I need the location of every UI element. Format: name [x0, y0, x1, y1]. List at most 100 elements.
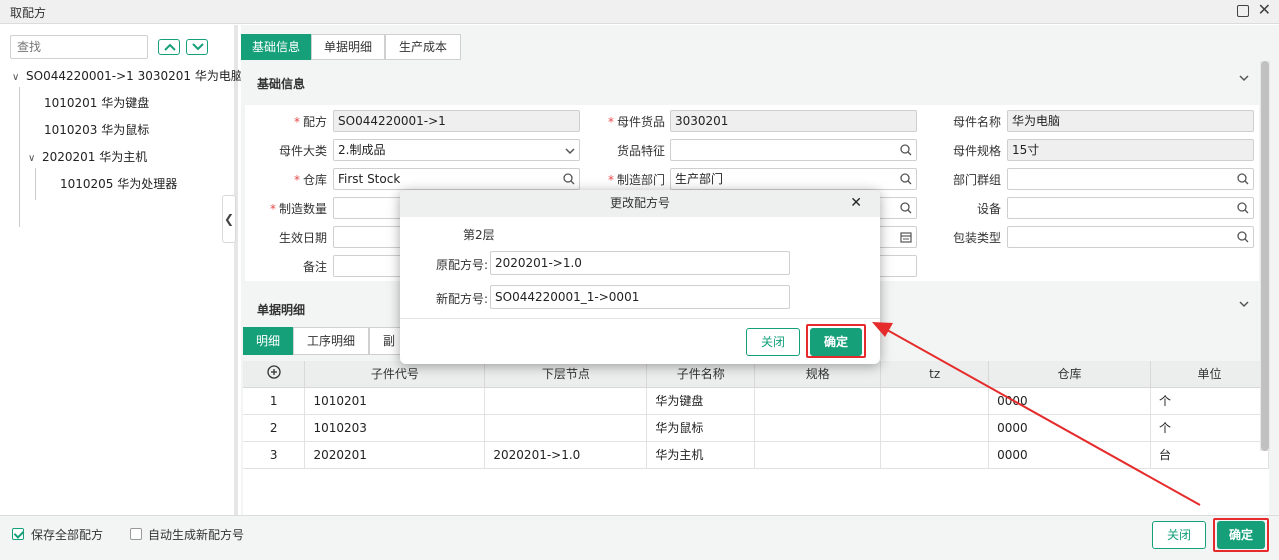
package-type-label: 包装类型: [952, 231, 1001, 245]
table-row[interactable]: 1 1010201 华为键盘 0000 个: [243, 387, 1269, 415]
row-number: 2: [243, 414, 306, 442]
parent-goods-field[interactable]: 3030201: [670, 110, 917, 132]
effective-date-label: 生效日期: [278, 231, 327, 245]
cell-name[interactable]: 华为鼠标: [646, 414, 756, 442]
layer-label: 第2层: [463, 228, 495, 242]
auto-generate-label[interactable]: 自动生成新配方号: [148, 526, 244, 543]
tab-process-detail[interactable]: 工序明细: [293, 327, 369, 355]
parent-goods-label: * 母件货品: [607, 115, 665, 129]
cell-tz[interactable]: [880, 414, 990, 442]
calendar-icon[interactable]: [900, 231, 912, 243]
tree-node-root[interactable]: ∨ SO044220001->1 3030201 华为电脑: [12, 67, 243, 87]
chevron-left-icon: ❮: [223, 212, 235, 226]
mfg-dept-label: * 制造部门: [607, 173, 665, 187]
cell-node[interactable]: 2020201->1.0: [484, 441, 648, 469]
cell-tz[interactable]: [880, 441, 990, 469]
tree-node[interactable]: 1010203 华为鼠标: [44, 121, 149, 141]
recipe-field[interactable]: SO044220001->1: [333, 110, 580, 132]
add-circle-icon[interactable]: [267, 365, 281, 379]
tree-guide-line: [35, 168, 36, 200]
window-titlebar: 取配方 ✕: [0, 0, 1279, 24]
tree-node[interactable]: 1010205 华为处理器: [60, 175, 177, 195]
dept-group-label: 部门群组: [952, 173, 1001, 187]
cell-code[interactable]: 2020201: [304, 441, 486, 469]
save-all-checkbox[interactable]: [12, 528, 24, 540]
auto-generate-checkbox[interactable]: [130, 528, 142, 540]
tab-production-cost[interactable]: 生产成本: [385, 34, 461, 60]
table-row[interactable]: 2 1010203 华为鼠标 0000 个: [243, 414, 1269, 442]
tree-node-label: 1010205 华为处理器: [60, 177, 178, 191]
collapse-panel-button[interactable]: ❮: [222, 195, 236, 243]
table-row[interactable]: 3 2020201 2020201->1.0 华为主机 0000 台: [243, 441, 1269, 469]
package-type-field[interactable]: [1007, 226, 1254, 248]
search-icon[interactable]: [900, 144, 912, 156]
tree-node-label: 2020201 华为主机: [42, 150, 148, 164]
cell-unit[interactable]: 台: [1150, 441, 1269, 469]
close-icon[interactable]: ✕: [850, 190, 862, 217]
column-header[interactable]: tz: [880, 361, 990, 388]
parent-category-select[interactable]: 2.制成品: [333, 139, 580, 161]
cell-name[interactable]: 华为主机: [646, 441, 756, 469]
cell-warehouse[interactable]: 0000: [988, 387, 1152, 415]
move-up-button[interactable]: [158, 39, 180, 55]
chevron-down-icon[interactable]: [1239, 300, 1249, 308]
cell-spec[interactable]: [754, 414, 882, 442]
column-header[interactable]: 单位: [1150, 361, 1269, 388]
goods-feature-field[interactable]: [670, 139, 917, 161]
column-header[interactable]: 仓库: [988, 361, 1152, 388]
tree-node-expandable[interactable]: ∨ 2020201 华为主机: [28, 148, 147, 168]
maximize-icon[interactable]: [1237, 5, 1249, 17]
dialog-confirm-button[interactable]: 确定: [810, 328, 862, 356]
chevron-up-icon: [164, 43, 176, 51]
close-icon[interactable]: ✕: [1258, 2, 1271, 18]
save-all-label[interactable]: 保存全部配方: [31, 526, 103, 543]
parent-name-field[interactable]: 华为电脑: [1007, 110, 1254, 132]
column-header[interactable]: 子件名称: [646, 361, 756, 388]
scrollbar-thumb[interactable]: [1261, 61, 1269, 451]
dialog-title: 更改配方号: [609, 196, 670, 210]
mfg-dept-field[interactable]: 生产部门: [670, 168, 917, 190]
tree-search-input[interactable]: [10, 35, 148, 59]
cell-spec[interactable]: [754, 387, 882, 415]
cell-tz[interactable]: [880, 387, 990, 415]
tab-detail[interactable]: 明细: [243, 327, 293, 355]
original-recipe-field[interactable]: 2020201->1.0: [490, 251, 790, 275]
cell-warehouse[interactable]: 0000: [988, 414, 1152, 442]
dialog-close-button[interactable]: 关闭: [746, 328, 800, 356]
cell-name[interactable]: 华为键盘: [646, 387, 756, 415]
chevron-down-icon[interactable]: [1239, 74, 1249, 82]
warehouse-field[interactable]: First Stock: [333, 168, 580, 190]
cell-node[interactable]: [484, 387, 648, 415]
vertical-scrollbar[interactable]: [1260, 61, 1270, 451]
tab-basic-info[interactable]: 基础信息: [241, 34, 311, 60]
move-down-button[interactable]: [186, 39, 208, 55]
search-icon[interactable]: [900, 202, 912, 214]
cell-code[interactable]: 1010203: [304, 414, 486, 442]
equipment-field[interactable]: [1007, 197, 1254, 219]
basic-info-section-header[interactable]: 基础信息: [245, 65, 1259, 99]
cell-code[interactable]: 1010201: [304, 387, 486, 415]
column-header[interactable]: 子件代号: [304, 361, 486, 388]
new-recipe-input[interactable]: SO044220001_1->0001: [490, 285, 790, 309]
chevron-down-icon[interactable]: ∨: [28, 153, 42, 164]
cell-unit[interactable]: 个: [1150, 414, 1269, 442]
search-icon[interactable]: [1237, 173, 1249, 185]
search-icon[interactable]: [900, 173, 912, 185]
search-icon[interactable]: [1237, 202, 1249, 214]
search-icon[interactable]: [563, 173, 575, 185]
cell-spec[interactable]: [754, 441, 882, 469]
confirm-button[interactable]: 确定: [1217, 521, 1265, 549]
cell-warehouse[interactable]: 0000: [988, 441, 1152, 469]
dept-group-field[interactable]: [1007, 168, 1254, 190]
parent-spec-field[interactable]: 15寸: [1007, 139, 1254, 161]
column-header[interactable]: 规格: [754, 361, 882, 388]
cell-unit[interactable]: 个: [1150, 387, 1269, 415]
chevron-down-icon[interactable]: ∨: [12, 72, 26, 83]
search-icon[interactable]: [1237, 231, 1249, 243]
column-header[interactable]: 下层节点: [484, 361, 648, 388]
add-row-header[interactable]: [243, 361, 306, 388]
close-button[interactable]: 关闭: [1152, 521, 1206, 549]
tab-document-detail[interactable]: 单据明细: [311, 34, 385, 60]
cell-node[interactable]: [484, 414, 648, 442]
tree-node[interactable]: 1010201 华为键盘: [44, 94, 149, 114]
